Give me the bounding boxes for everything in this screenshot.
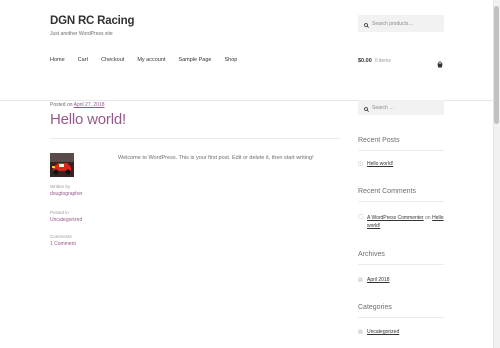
cart-count: 0 items xyxy=(374,58,391,64)
nav-shop[interactable]: Shop xyxy=(224,57,237,63)
commenter-link[interactable]: A WordPress Commenter xyxy=(367,215,424,221)
recent-comments-title: Recent Comments xyxy=(358,188,416,195)
author-link[interactable]: dougtographer xyxy=(50,191,83,197)
divider xyxy=(358,317,444,318)
comment-post-link-cont[interactable]: world! xyxy=(367,223,380,229)
archive-link[interactable]: April 2018 xyxy=(367,277,390,283)
category-item: ▤ Uncategorized xyxy=(358,329,399,335)
comments-link[interactable]: 1 Comment xyxy=(50,241,76,247)
recent-posts-title: Recent Posts xyxy=(358,137,400,144)
sidebar-search-box[interactable] xyxy=(358,100,444,115)
header-cart[interactable]: $0.00 0 items xyxy=(358,57,444,68)
nav-my-account[interactable]: My account xyxy=(137,57,165,63)
nav-sample-page[interactable]: Sample Page xyxy=(178,57,211,63)
cart-icon xyxy=(436,56,444,74)
search-icon xyxy=(364,15,369,33)
comment-icon: ◯ xyxy=(358,214,364,220)
comments-label: Comments xyxy=(50,234,72,239)
author-avatar[interactable] xyxy=(50,153,74,177)
scrollbar-thumb[interactable] xyxy=(494,6,499,124)
post-title[interactable]: Hello world! xyxy=(50,111,126,128)
written-by-label: Written by xyxy=(50,184,71,189)
recent-post-item: ◫ Hello world! xyxy=(358,161,393,167)
nav-home[interactable]: Home xyxy=(50,57,65,63)
recent-comment-item: ◯ A WordPress Commenter on Hello world! xyxy=(358,214,448,230)
cart-amount: $0.00 xyxy=(358,58,372,64)
product-search-input[interactable] xyxy=(372,20,442,27)
nav-cart[interactable]: Cart xyxy=(78,57,88,63)
site-description: Just another WordPress site xyxy=(50,31,113,37)
folder-icon: ▤ xyxy=(358,277,363,283)
page-scrollbar[interactable] xyxy=(493,0,500,348)
sidebar-search-input[interactable] xyxy=(372,104,442,111)
post-content: Welcome to WordPress. This is your first… xyxy=(118,155,314,161)
divider xyxy=(50,138,340,139)
product-search-box[interactable] xyxy=(358,15,444,32)
site-header: DGN RC Racing Just another WordPress sit… xyxy=(0,0,493,101)
site-title[interactable]: DGN RC Racing xyxy=(50,15,134,27)
comment-post-link[interactable]: Hello xyxy=(432,215,443,221)
folder-icon: ▤ xyxy=(358,329,363,335)
category-widget-link[interactable]: Uncategorized xyxy=(367,329,399,335)
post-date-line: Posted on April 27, 2018 xyxy=(50,102,105,108)
archive-item: ▤ April 2018 xyxy=(358,277,390,283)
posted-in-label: Posted in xyxy=(50,210,69,215)
archives-title: Archives xyxy=(358,251,385,258)
main-navigation: Home Cart Checkout My account Sample Pag… xyxy=(50,57,250,63)
document-icon: ◫ xyxy=(358,161,363,167)
search-icon xyxy=(364,99,369,117)
divider xyxy=(358,201,444,202)
categories-title: Categories xyxy=(358,304,392,311)
divider xyxy=(358,150,444,151)
post-date-link[interactable]: April 27, 2018 xyxy=(74,102,105,108)
recent-post-link[interactable]: Hello world! xyxy=(367,161,393,167)
posted-on-label: Posted on xyxy=(50,102,73,108)
on-word: on xyxy=(425,215,431,221)
divider xyxy=(358,264,444,265)
nav-checkout[interactable]: Checkout xyxy=(101,57,124,63)
category-link[interactable]: Uncategorized xyxy=(50,217,82,223)
